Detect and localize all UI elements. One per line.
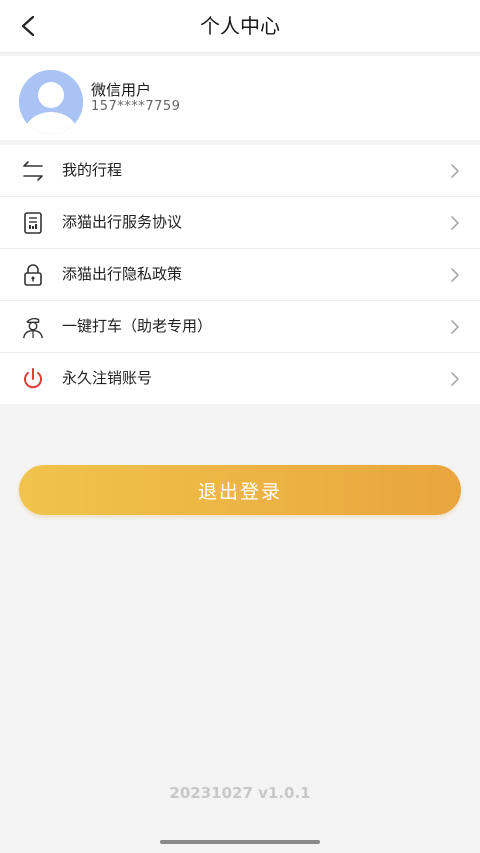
chevron-right-icon	[451, 268, 459, 282]
chevron-right-icon	[451, 372, 459, 386]
chevron-right-icon	[451, 320, 459, 334]
app-version: 20231027 v1.0.1	[169, 784, 311, 802]
driver-icon	[20, 314, 46, 340]
chevron-right-icon	[451, 216, 459, 230]
page-title: 个人中心	[200, 14, 280, 38]
menu-item-privacy-policy[interactable]: 添猫出行隐私政策	[0, 249, 480, 301]
user-name: 微信用户	[91, 81, 152, 99]
lock-icon	[20, 262, 46, 288]
home-indicator[interactable]	[160, 840, 320, 844]
default-avatar-icon	[19, 70, 83, 134]
menu-item-label: 永久注销账号	[62, 369, 153, 387]
user-profile-card[interactable]: 微信用户 157****7759	[0, 56, 480, 140]
avatar	[19, 70, 83, 134]
menu-item-label: 添猫出行服务协议	[62, 213, 183, 231]
settings-menu: 我的行程 添猫出行服务协议 添猫出行隐私政策 一键打车（助老专用） 永久注销账号	[0, 145, 480, 404]
menu-item-my-trips[interactable]: 我的行程	[0, 145, 480, 197]
logout-button[interactable]: 退出登录	[19, 465, 461, 515]
menu-item-label: 添猫出行隐私政策	[62, 265, 183, 283]
menu-item-delete-account[interactable]: 永久注销账号	[0, 353, 480, 404]
menu-item-service-agreement[interactable]: 添猫出行服务协议	[0, 197, 480, 249]
menu-item-label: 我的行程	[62, 161, 123, 179]
chevron-right-icon	[451, 164, 459, 178]
route-arrows-icon	[20, 158, 46, 184]
menu-item-one-tap-ride[interactable]: 一键打车（助老专用）	[0, 301, 480, 353]
top-navigation-bar: 个人中心	[0, 0, 480, 53]
document-icon	[20, 210, 46, 236]
user-phone: 157****7759	[91, 99, 181, 114]
power-icon	[20, 366, 46, 392]
menu-item-label: 一键打车（助老专用）	[62, 317, 213, 335]
